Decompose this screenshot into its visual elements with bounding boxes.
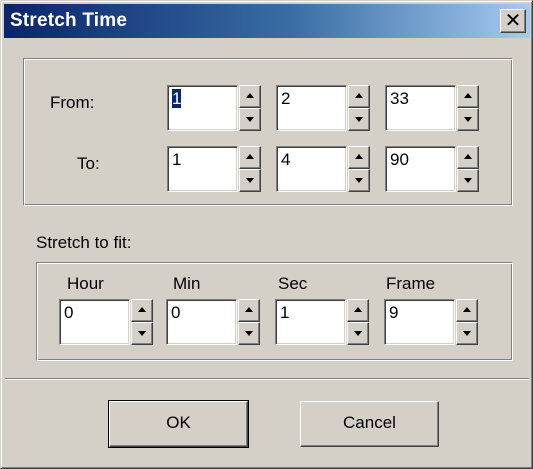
to-min-value: 4 xyxy=(281,150,291,169)
triangle-down-icon xyxy=(354,331,362,336)
triangle-up-icon xyxy=(464,154,472,159)
to-sec-value: 90 xyxy=(390,150,409,169)
from-label: From: xyxy=(50,93,95,112)
from-hour-spinner[interactable] xyxy=(239,85,261,131)
triangle-up-icon xyxy=(355,93,363,98)
stretch-frame-value: 9 xyxy=(389,303,399,322)
stretch-min-up-button[interactable] xyxy=(238,299,260,322)
to-sec-up-button[interactable] xyxy=(457,146,479,169)
stretch-sec-down-button[interactable] xyxy=(347,322,369,345)
button-separator xyxy=(5,378,529,380)
triangle-down-icon xyxy=(355,178,363,183)
stretch-min-value: 0 xyxy=(171,303,181,322)
from-hour-value: 1 xyxy=(172,89,182,108)
from-hour-field[interactable]: 1 xyxy=(167,85,238,131)
stretch-hour-field[interactable]: 0 xyxy=(59,299,130,345)
close-icon: ✕ xyxy=(504,8,522,32)
stretch-min-down-button[interactable] xyxy=(238,322,260,345)
title-bar[interactable]: Stretch Time ✕ xyxy=(4,4,530,38)
stretch-hour-spinner[interactable] xyxy=(131,299,153,345)
stretch-time-dialog: Stretch Time ✕ From: To: 1 2 33 1 4 90 S… xyxy=(0,0,533,469)
stretch-min-spinner[interactable] xyxy=(238,299,260,345)
triangle-down-icon xyxy=(138,331,146,336)
from-min-down-button[interactable] xyxy=(348,108,370,131)
stretch-sec-field[interactable]: 1 xyxy=(275,299,346,345)
from-sec-up-button[interactable] xyxy=(457,85,479,108)
triangle-down-icon xyxy=(246,117,254,122)
sec-header: Sec xyxy=(278,274,308,293)
to-hour-value: 1 xyxy=(172,150,182,169)
from-min-spinner[interactable] xyxy=(348,85,370,131)
ok-button[interactable]: OK xyxy=(108,400,249,448)
to-min-down-button[interactable] xyxy=(348,169,370,192)
from-hour-down-button[interactable] xyxy=(239,108,261,131)
triangle-up-icon xyxy=(355,154,363,159)
min-header: Min xyxy=(173,274,201,293)
from-sec-field[interactable]: 33 xyxy=(385,85,456,131)
close-button[interactable]: ✕ xyxy=(500,9,526,33)
triangle-down-icon xyxy=(246,178,254,183)
frame-header: Frame xyxy=(386,274,436,293)
stretch-hour-down-button[interactable] xyxy=(131,322,153,345)
triangle-up-icon xyxy=(463,307,471,312)
triangle-up-icon xyxy=(464,93,472,98)
stretch-hour-up-button[interactable] xyxy=(131,299,153,322)
stretch-frame-field[interactable]: 9 xyxy=(384,299,455,345)
from-sec-spinner[interactable] xyxy=(457,85,479,131)
to-min-up-button[interactable] xyxy=(348,146,370,169)
from-hour-up-button[interactable] xyxy=(239,85,261,108)
stretch-frame-down-button[interactable] xyxy=(456,322,478,345)
triangle-down-icon xyxy=(463,331,471,336)
from-min-field[interactable]: 2 xyxy=(276,85,347,131)
to-sec-spinner[interactable] xyxy=(457,146,479,192)
to-hour-down-button[interactable] xyxy=(239,169,261,192)
triangle-up-icon xyxy=(354,307,362,312)
stretch-frame-spinner[interactable] xyxy=(456,299,478,345)
to-sec-field[interactable]: 90 xyxy=(385,146,456,192)
triangle-up-icon xyxy=(245,307,253,312)
triangle-up-icon xyxy=(246,93,254,98)
from-sec-value: 33 xyxy=(390,89,409,108)
window-title: Stretch Time xyxy=(10,10,128,31)
triangle-up-icon xyxy=(246,154,254,159)
triangle-down-icon xyxy=(464,117,472,122)
to-sec-down-button[interactable] xyxy=(457,169,479,192)
stretch-hour-value: 0 xyxy=(64,303,74,322)
stretch-min-field[interactable]: 0 xyxy=(166,299,237,345)
stretch-to-fit-label: Stretch to fit: xyxy=(36,233,132,252)
stretch-sec-up-button[interactable] xyxy=(347,299,369,322)
triangle-down-icon xyxy=(355,117,363,122)
from-min-up-button[interactable] xyxy=(348,85,370,108)
to-min-field[interactable]: 4 xyxy=(276,146,347,192)
triangle-down-icon xyxy=(245,331,253,336)
stretch-frame-up-button[interactable] xyxy=(456,299,478,322)
cancel-button[interactable]: Cancel xyxy=(300,401,439,447)
to-hour-up-button[interactable] xyxy=(239,146,261,169)
hour-header: Hour xyxy=(67,274,104,293)
to-label: To: xyxy=(77,154,100,173)
from-sec-down-button[interactable] xyxy=(457,108,479,131)
stretch-sec-spinner[interactable] xyxy=(347,299,369,345)
triangle-down-icon xyxy=(464,178,472,183)
to-min-spinner[interactable] xyxy=(348,146,370,192)
to-hour-spinner[interactable] xyxy=(239,146,261,192)
stretch-sec-value: 1 xyxy=(280,303,290,322)
to-hour-field[interactable]: 1 xyxy=(167,146,238,192)
triangle-up-icon xyxy=(138,307,146,312)
from-min-value: 2 xyxy=(281,89,291,108)
